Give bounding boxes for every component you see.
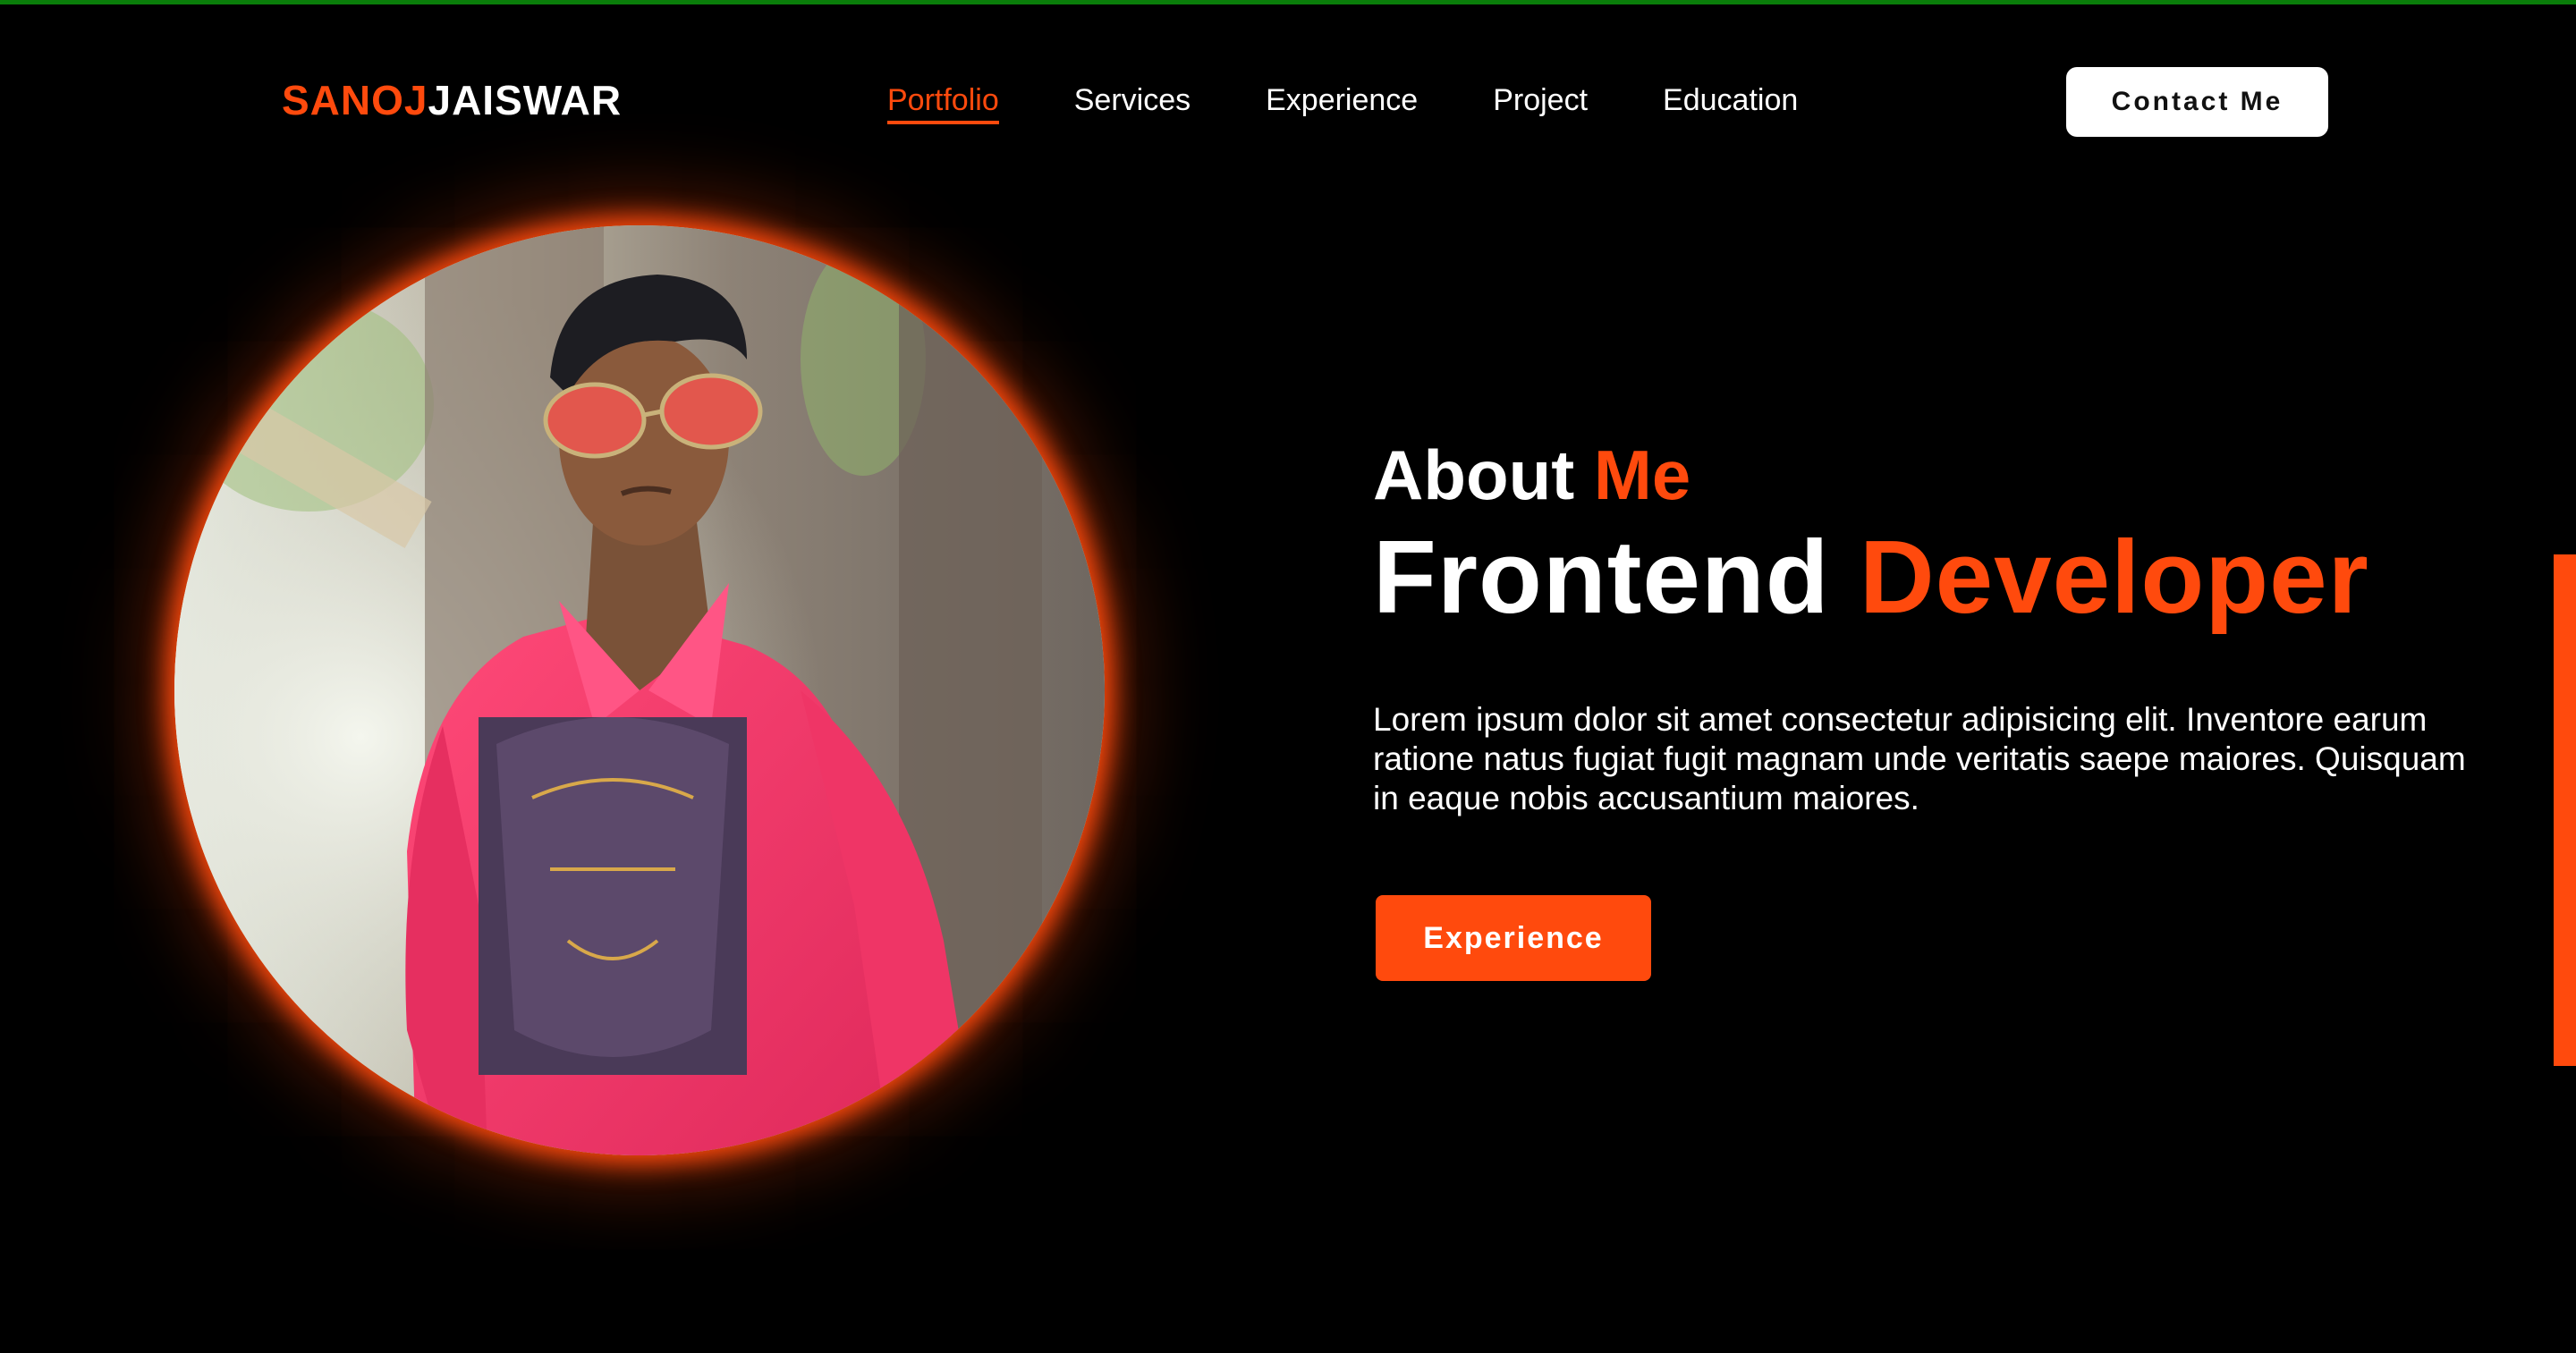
nav-item-education[interactable]: Education — [1663, 80, 1798, 120]
about-heading-plain: About — [1373, 435, 1575, 514]
nav-item-project[interactable]: Project — [1493, 80, 1588, 120]
logo-first-name: SANOJ — [282, 77, 428, 123]
person-photo-icon — [174, 225, 1105, 1155]
side-accent-bar — [2554, 554, 2576, 1066]
contact-me-button[interactable]: Contact Me — [2066, 67, 2328, 137]
role-heading-plain: Frontend — [1373, 519, 1830, 635]
page: SANOJJAISWAR Portfolio Services Experien… — [0, 0, 2576, 1353]
portrait-photo — [174, 225, 1105, 1155]
logo-last-name: JAISWAR — [428, 77, 623, 123]
top-accent-bar — [0, 0, 2576, 4]
site-logo[interactable]: SANOJJAISWAR — [282, 75, 622, 125]
about-description: Lorem ipsum dolor sit amet consectetur a… — [1373, 701, 2466, 816]
nav-item-portfolio[interactable]: Portfolio — [887, 80, 999, 124]
role-heading: Frontend Developer — [1373, 519, 2369, 635]
nav-item-services[interactable]: Services — [1074, 80, 1191, 120]
nav-item-experience[interactable]: Experience — [1266, 80, 1418, 120]
role-heading-accent: Developer — [1859, 519, 2369, 635]
experience-button[interactable]: Experience — [1376, 895, 1651, 981]
about-heading: About Me — [1373, 434, 1690, 516]
main-nav: Portfolio Services Experience Project Ed… — [887, 80, 1798, 124]
about-heading-accent: Me — [1593, 435, 1691, 514]
